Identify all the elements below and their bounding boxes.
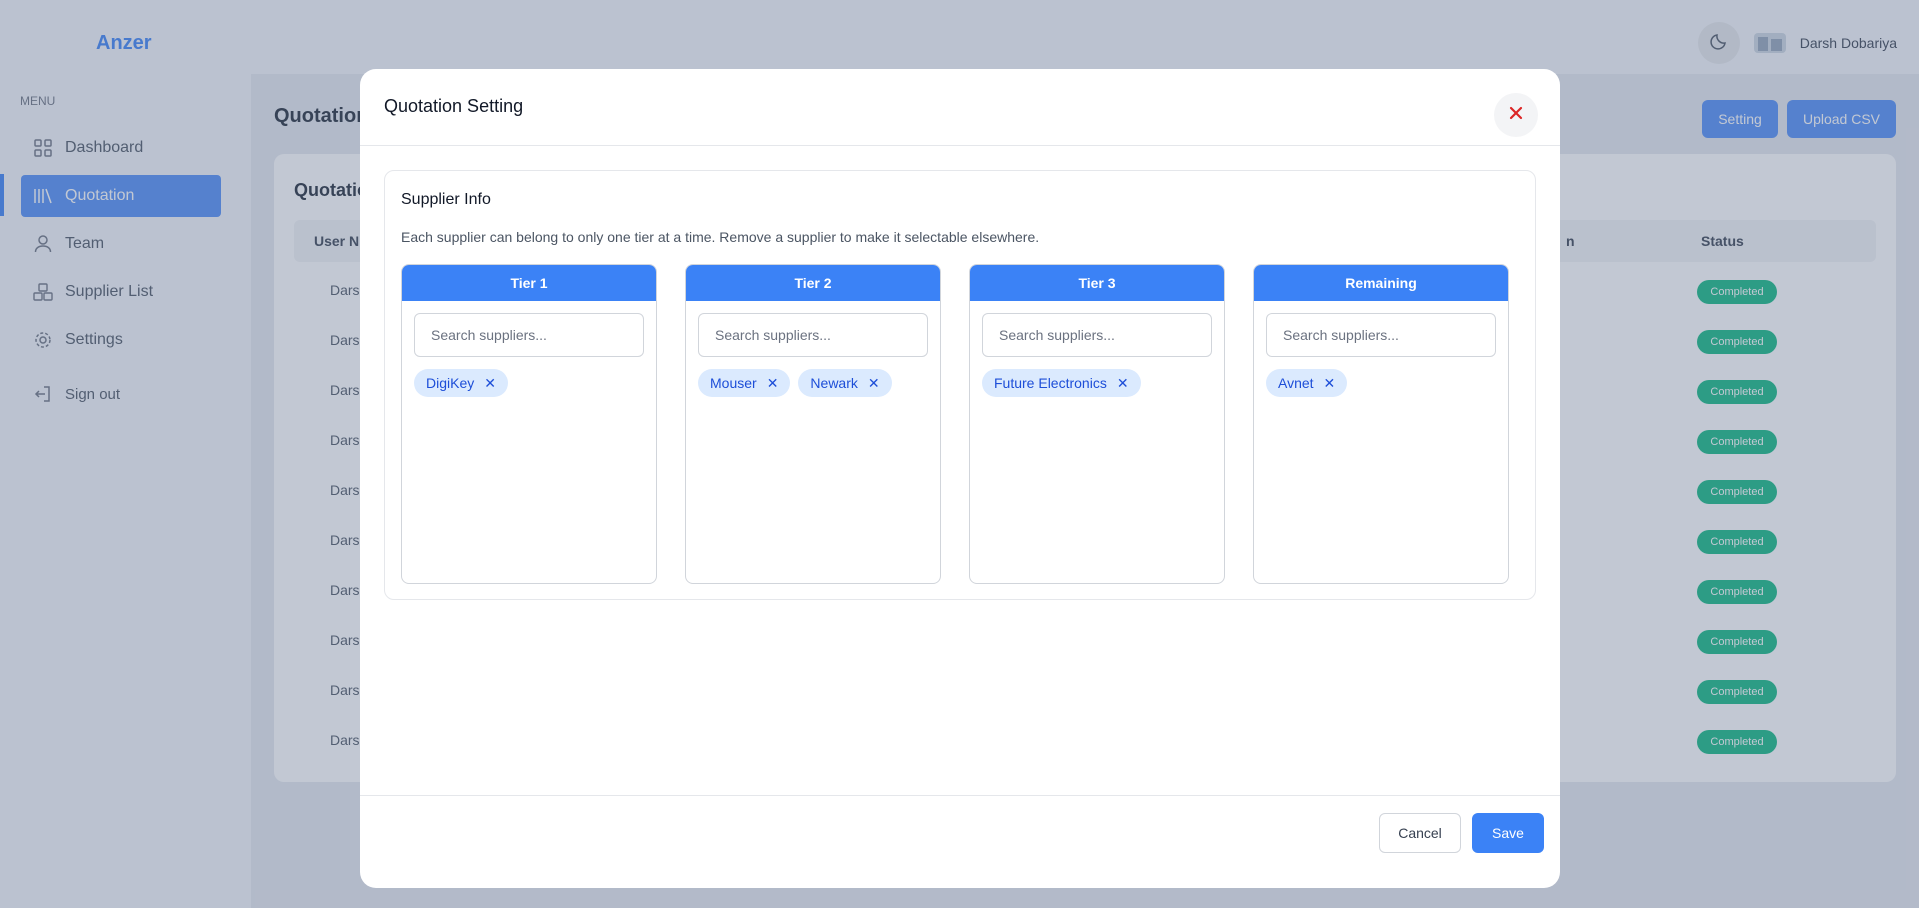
remove-chip-icon[interactable]: ✕ xyxy=(1117,375,1129,392)
supplier-chip-label: Future Electronics xyxy=(994,375,1107,391)
tier-search-input[interactable] xyxy=(698,313,928,357)
tier-column-remaining: Remaining Avnet ✕ xyxy=(1253,264,1509,584)
supplier-info-description: Each supplier can belong to only one tie… xyxy=(401,229,1040,245)
tier-column-3: Tier 3 Future Electronics ✕ xyxy=(969,264,1225,584)
cancel-button[interactable]: Cancel xyxy=(1379,813,1461,853)
supplier-chip-label: Avnet xyxy=(1278,375,1314,391)
supplier-chip: DigiKey ✕ xyxy=(414,369,508,397)
supplier-chip-label: DigiKey xyxy=(426,375,475,391)
quotation-setting-modal: Quotation Setting Supplier Info Each sup… xyxy=(360,69,1560,888)
supplier-chip: Avnet ✕ xyxy=(1266,369,1348,397)
supplier-info-title: Supplier Info xyxy=(401,191,491,208)
modal-title: Quotation Setting xyxy=(384,96,524,116)
supplier-chip: Newark ✕ xyxy=(798,369,892,397)
tier-header: Tier 1 xyxy=(402,265,656,301)
remove-chip-icon[interactable]: ✕ xyxy=(767,375,779,392)
supplier-chip-label: Newark xyxy=(810,375,858,391)
modal-footer: Cancel Save xyxy=(360,795,1560,888)
tier-column-1: Tier 1 DigiKey ✕ xyxy=(401,264,657,584)
supplier-chip-label: Mouser xyxy=(710,375,757,391)
supplier-chip: Mouser ✕ xyxy=(698,369,791,397)
close-button[interactable] xyxy=(1494,93,1538,137)
remove-chip-icon[interactable]: ✕ xyxy=(868,375,880,392)
modal-header: Quotation Setting xyxy=(360,69,1560,146)
remove-chip-icon[interactable]: ✕ xyxy=(484,375,496,392)
tier-supplier-list: Avnet ✕ xyxy=(1266,369,1348,397)
tier-header: Tier 3 xyxy=(970,265,1224,301)
tier-header: Remaining xyxy=(1254,265,1508,301)
remove-chip-icon[interactable]: ✕ xyxy=(1324,375,1336,392)
supplier-chip: Future Electronics ✕ xyxy=(982,369,1141,397)
tier-supplier-list: DigiKey ✕ xyxy=(414,369,508,397)
tier-column-2: Tier 2 Mouser ✕ Newark ✕ xyxy=(685,264,941,584)
tier-search-input[interactable] xyxy=(414,313,644,357)
tier-search-input[interactable] xyxy=(982,313,1212,357)
tier-search-input[interactable] xyxy=(1266,313,1496,357)
close-icon xyxy=(1508,105,1524,126)
save-button[interactable]: Save xyxy=(1472,813,1544,853)
tier-header: Tier 2 xyxy=(686,265,940,301)
tier-supplier-list: Mouser ✕ Newark ✕ xyxy=(698,369,892,397)
supplier-info-section: Supplier Info Each supplier can belong t… xyxy=(384,170,1536,600)
tier-supplier-list: Future Electronics ✕ xyxy=(982,369,1141,397)
